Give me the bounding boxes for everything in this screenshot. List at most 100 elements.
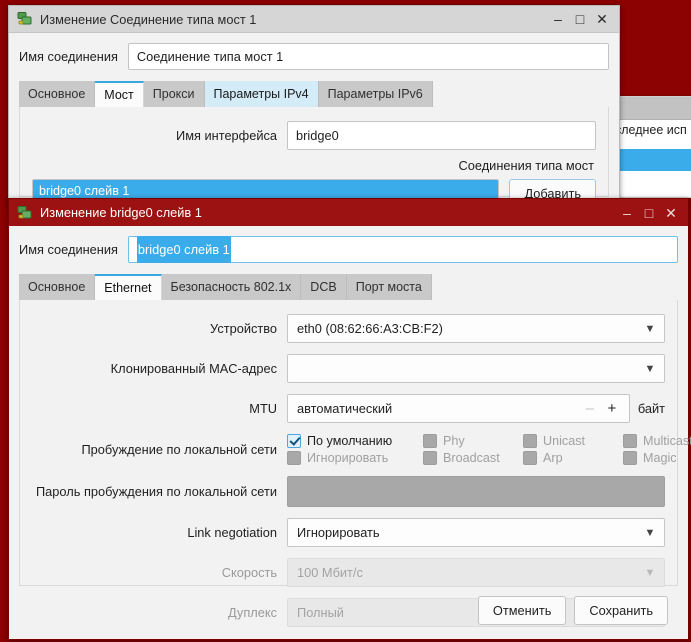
wol-option-phy-label: Phy	[443, 434, 465, 448]
chevron-down-icon: ▼	[644, 526, 656, 539]
background-window[interactable]: следнее исп	[612, 96, 691, 198]
window1-connections-label: Соединения типа мост	[458, 158, 594, 173]
mtu-label: MTU	[249, 401, 277, 416]
cancel-button[interactable]: Отменить	[477, 596, 567, 625]
device-row: Устройство eth0 (08:62:66:A3:CB:F2) ▼	[32, 314, 665, 343]
wol-option-magic: Magic	[623, 451, 691, 465]
window2-tabbar: Основное Ethernet Безопасность 802.1x DC…	[19, 274, 678, 300]
wol-option-arp: Arp	[523, 451, 623, 465]
chevron-down-icon: ▼	[644, 322, 656, 335]
window1-interface-label: Имя интерфейса	[176, 128, 277, 143]
window1-tabbar: Основное Мост Прокси Параметры IPv4 Пара…	[19, 81, 609, 107]
window1-connection-name-row: Имя соединения Соединение типа мост 1	[19, 43, 609, 70]
wol-password-input	[287, 476, 665, 507]
checkbox-icon	[423, 451, 437, 465]
network-bridge-icon	[17, 11, 33, 27]
wol-label: Пробуждение по локальной сети	[81, 442, 277, 457]
bridge-connection-window[interactable]: Изменение Соединение типа мост 1 – □ ✕ И…	[8, 5, 620, 225]
chevron-down-icon: ▼	[644, 566, 656, 579]
wol-option-unicast: Unicast	[523, 434, 623, 448]
wol-option-default[interactable]: По умолчанию	[287, 434, 423, 448]
window2-connection-name-input[interactable]: bridge0 слейв 1	[127, 236, 678, 263]
window2-connection-name-label: Имя соединения	[19, 242, 118, 257]
duplex-label: Дуплекс	[227, 605, 277, 620]
mtu-increment-button[interactable]: +	[601, 401, 623, 416]
window1-body: Имя соединения Соединение типа мост 1 Ос…	[9, 33, 619, 225]
window2-tab-ethernet[interactable]: Ethernet	[95, 274, 162, 300]
window1-close-icon[interactable]: ✕	[591, 8, 613, 30]
cloned-mac-combo[interactable]: ▼	[287, 354, 665, 383]
wol-option-arp-label: Arp	[543, 451, 563, 465]
checkbox-icon	[623, 434, 637, 448]
window1-interface-row: Имя интерфейса bridge0	[32, 121, 596, 150]
window1-connection-name-input[interactable]: Соединение типа мост 1	[127, 43, 609, 70]
speed-value: 100 Мбит/с	[297, 565, 363, 580]
wol-options-row-2: Игнорировать Broadcast Arp Magic	[287, 451, 677, 465]
checkbox-icon	[287, 451, 301, 465]
device-label: Устройство	[210, 321, 277, 336]
background-window-selected-row[interactable]	[613, 149, 691, 171]
window2-body: Имя соединения bridge0 слейв 1 Основное …	[9, 226, 691, 637]
window2-title: Изменение bridge0 слейв 1	[40, 205, 202, 220]
mtu-value: автоматический	[297, 401, 393, 416]
speed-combo: 100 Мбит/с ▼	[287, 558, 665, 587]
window2-minimize-icon[interactable]: –	[616, 202, 638, 224]
wol-option-default-label: По умолчанию	[307, 434, 393, 448]
mtu-spinner[interactable]: автоматический – +	[287, 394, 630, 423]
window2-tab-security-8021x[interactable]: Безопасность 802.1x	[161, 274, 302, 300]
wol-row: Пробуждение по локальной сети По умолчан…	[32, 434, 691, 465]
window2-titlebar[interactable]: Изменение bridge0 слейв 1 – □ ✕	[9, 199, 688, 226]
window1-tab-ipv4[interactable]: Параметры IPv4	[204, 81, 319, 107]
window2-tab-bridge-port[interactable]: Порт моста	[346, 274, 432, 300]
window1-tab-most[interactable]: Мост	[95, 81, 144, 107]
wol-option-ignore-label: Игнорировать	[307, 451, 389, 465]
save-button[interactable]: Сохранить	[574, 596, 668, 625]
window2-connection-name-value: bridge0 слейв 1	[136, 236, 231, 263]
mtu-unit-label: байт	[637, 401, 665, 416]
window1-tab-proksi[interactable]: Прокси	[143, 81, 205, 107]
wol-option-magic-label: Magic	[643, 451, 677, 465]
checkbox-icon	[423, 434, 437, 448]
window2-maximize-icon[interactable]: □	[638, 202, 660, 224]
link-negotiation-value: Игнорировать	[297, 525, 380, 540]
wol-password-label: Пароль пробуждения по локальной сети	[35, 484, 277, 499]
checkbox-icon	[523, 451, 537, 465]
speed-row: Скорость 100 Мбит/с ▼	[32, 558, 665, 587]
wol-options-row-1: По умолчанию Phy Unicast Multicast	[287, 434, 691, 448]
window1-interface-input[interactable]: bridge0	[287, 121, 596, 150]
window2-connection-name-row: Имя соединения bridge0 слейв 1	[19, 236, 678, 263]
window1-tab-osnovnoe[interactable]: Основное	[19, 81, 96, 107]
device-value: eth0 (08:62:66:A3:CB:F2)	[297, 321, 443, 336]
window2-tabpane-ethernet: Устройство eth0 (08:62:66:A3:CB:F2) ▼ Кл…	[19, 300, 691, 627]
link-negotiation-combo[interactable]: Игнорировать ▼	[287, 518, 665, 547]
window2-tab-dcb[interactable]: DCB	[301, 274, 347, 300]
checkbox-icon	[623, 451, 637, 465]
window1-titlebar[interactable]: Изменение Соединение типа мост 1 – □ ✕	[9, 6, 619, 33]
window1-minimize-icon[interactable]: –	[547, 8, 569, 30]
window2-close-icon[interactable]: ✕	[660, 202, 682, 224]
wol-option-broadcast-label: Broadcast	[443, 451, 500, 465]
background-window-titlebar[interactable]	[613, 97, 691, 120]
link-negotiation-label: Link negotiation	[187, 525, 277, 540]
wol-option-unicast-label: Unicast	[543, 434, 585, 448]
wol-option-ignore: Игнорировать	[287, 451, 423, 465]
window1-title: Изменение Соединение типа мост 1	[40, 11, 257, 27]
window1-maximize-icon[interactable]: □	[569, 8, 591, 30]
speed-label: Скорость	[221, 565, 277, 580]
wol-password-row: Пароль пробуждения по локальной сети	[32, 476, 665, 507]
device-combo[interactable]: eth0 (08:62:66:A3:CB:F2) ▼	[287, 314, 665, 343]
background-window-text: следнее исп	[615, 123, 687, 137]
chevron-down-icon: ▼	[644, 362, 656, 375]
wol-option-broadcast: Broadcast	[423, 451, 523, 465]
window1-connection-name-label: Имя соединения	[19, 49, 118, 64]
window1-tabpane-most: Имя интерфейса bridge0 Соединения типа м…	[19, 107, 609, 225]
bridge-slave-window[interactable]: Изменение bridge0 слейв 1 – □ ✕ Имя соед…	[8, 198, 691, 640]
network-bridge-icon	[17, 205, 33, 221]
window2-tab-osnovnoe[interactable]: Основное	[19, 274, 96, 300]
checkbox-checked-icon[interactable]	[287, 434, 301, 448]
wol-option-multicast: Multicast	[623, 434, 691, 448]
window1-tab-ipv6[interactable]: Параметры IPv6	[318, 81, 433, 107]
wol-options-grid: По умолчанию Phy Unicast Multicast Игнор…	[287, 434, 691, 465]
cloned-mac-label: Клонированный MAC-адрес	[110, 361, 277, 376]
mtu-decrement-button[interactable]: –	[579, 401, 601, 416]
